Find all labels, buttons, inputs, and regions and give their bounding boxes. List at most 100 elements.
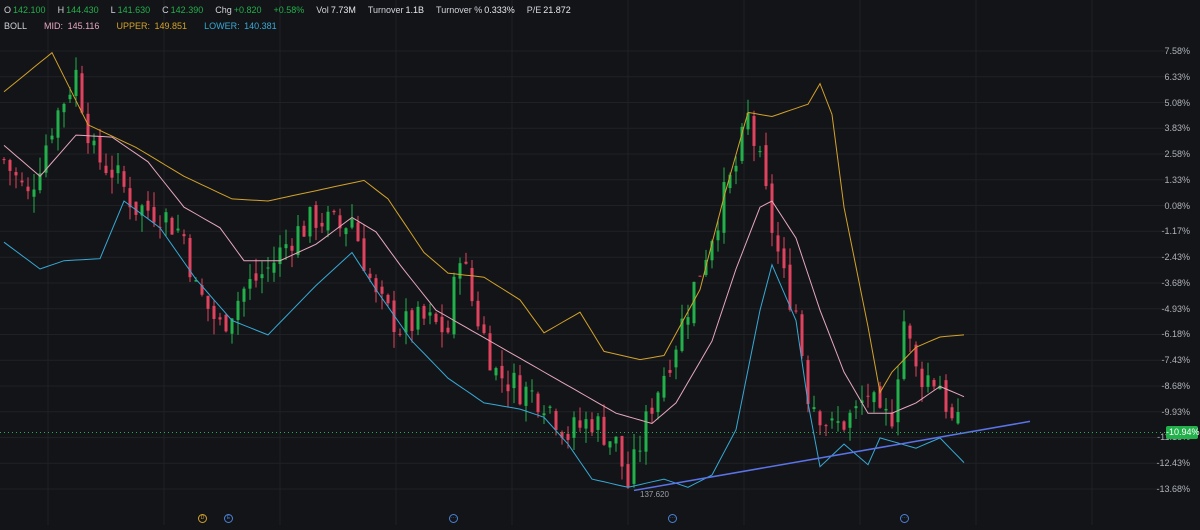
candle-body [686, 317, 690, 325]
boll-label: BOLL [4, 21, 28, 31]
candle-body [440, 316, 444, 333]
header-value: +0.820 [233, 5, 262, 15]
trendline [633, 420, 1031, 492]
low-price-label: 137.620 [640, 489, 669, 499]
candle-body [20, 180, 24, 183]
candle-body [26, 186, 30, 192]
candle-body [452, 276, 456, 335]
header-key: L [110, 5, 116, 15]
candle-body [584, 419, 588, 429]
candle-body [380, 286, 384, 294]
event-marker-icon[interactable]: D [198, 514, 207, 523]
event-marker-icon[interactable]: ··· [668, 514, 677, 523]
candle-body [80, 73, 84, 113]
candle-body [410, 310, 414, 331]
y-tick-label: -13.68% [1156, 483, 1190, 494]
candle-body [590, 419, 594, 433]
candle-body [236, 300, 240, 320]
y-tick-label: -6.18% [1161, 329, 1190, 340]
candle-body [830, 418, 834, 421]
candle-body [428, 312, 432, 316]
candle-body [104, 165, 108, 174]
candle-body [848, 412, 852, 428]
candle-body [578, 420, 582, 428]
candle-body [458, 263, 462, 279]
candle-body [152, 207, 156, 223]
candle-body [506, 384, 510, 392]
header-key: Turnover % [436, 5, 483, 15]
candle-body [296, 226, 300, 256]
event-marker-icon[interactable]: ··· [900, 514, 909, 523]
candle-body [8, 160, 12, 171]
candle-body [836, 421, 840, 423]
candle-body [254, 273, 258, 281]
candle-body [422, 305, 426, 319]
header-key: Chg [215, 5, 232, 15]
boll-mid-line [3, 134, 965, 425]
candle-body [50, 135, 54, 140]
candle-body [368, 273, 372, 279]
candle-body [260, 274, 264, 279]
candle-body [854, 406, 858, 409]
candle-body [902, 321, 906, 379]
boll-upper-line [3, 51, 965, 395]
candle-body [446, 327, 450, 333]
candle-body [944, 380, 948, 412]
candle-body [518, 375, 522, 405]
y-tick-label: 2.58% [1164, 149, 1190, 160]
candle-body [800, 314, 804, 356]
candle-body [98, 136, 102, 163]
candle-body [614, 436, 618, 444]
candle-body [218, 317, 222, 320]
candle-body [2, 159, 6, 161]
candle-body [326, 211, 330, 231]
candle-body [176, 228, 180, 231]
chart-root [0, 0, 1200, 525]
header-value: 0.333% [484, 5, 515, 15]
candle-body [524, 386, 528, 406]
candle-body [632, 449, 636, 484]
y-tick-label: 6.33% [1164, 71, 1190, 82]
boll-lower-key: LOWER: [204, 21, 240, 31]
candle-body [638, 450, 642, 452]
candle-body [464, 261, 468, 264]
candle-body [470, 267, 474, 302]
candle-body [554, 410, 558, 431]
candle-body [482, 324, 486, 334]
candle-body [362, 238, 366, 271]
boll-lower-value: 140.381 [244, 21, 277, 31]
y-tick-label: 1.33% [1164, 174, 1190, 185]
header-value: 142.390 [170, 5, 204, 15]
event-marker-icon[interactable]: E [224, 514, 233, 523]
candle-body [284, 244, 288, 249]
candle-body [572, 417, 576, 438]
candle-body [872, 392, 876, 403]
candle-body [272, 262, 276, 273]
candle-body [596, 416, 600, 430]
candle-body [314, 205, 318, 228]
candle-body [434, 313, 438, 322]
candle-body [416, 306, 420, 330]
header-key: H [57, 5, 65, 15]
candle-body [542, 413, 546, 416]
price-chart[interactable] [0, 0, 1200, 525]
candle-body [266, 267, 270, 269]
candle-body [896, 379, 900, 423]
y-tick-label: -9.93% [1161, 406, 1190, 417]
candle-body [116, 165, 120, 174]
event-marker-icon[interactable]: ··· [449, 514, 458, 523]
y-tick-label: -12.43% [1156, 458, 1190, 469]
candle-body [278, 247, 282, 265]
candle-body [530, 390, 534, 392]
candle-body [146, 200, 150, 211]
header-key: P/E [526, 5, 542, 15]
y-tick-label: 7.58% [1164, 46, 1190, 56]
candle-body [818, 411, 822, 426]
candle-body [668, 370, 672, 373]
candle-body [908, 325, 912, 339]
candle-body [134, 201, 138, 215]
candle-body [626, 464, 630, 488]
candle-body [290, 245, 294, 251]
candle-body [722, 182, 726, 233]
y-tick-label: 5.08% [1164, 97, 1190, 108]
